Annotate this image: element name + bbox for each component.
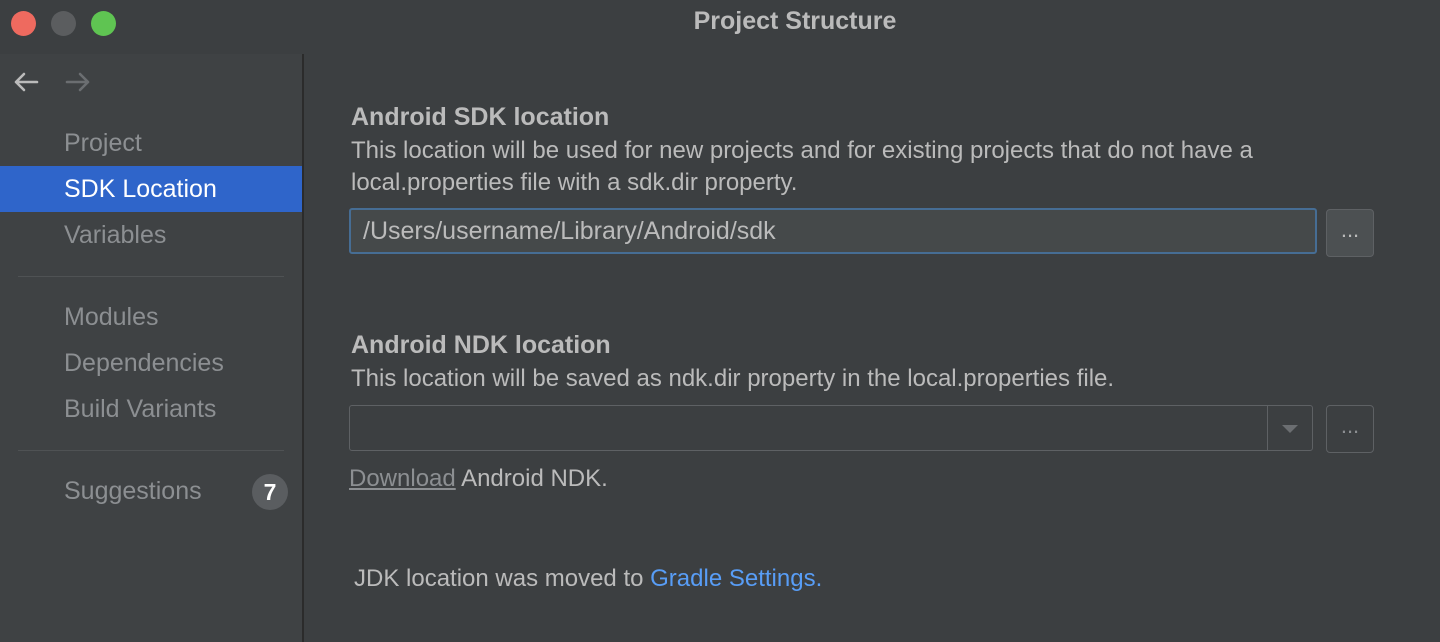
download-ndk-link[interactable]: Download: [349, 465, 456, 492]
sidebar-divider: [18, 450, 284, 451]
ndk-description: This location will be saved as ndk.dir p…: [351, 365, 1115, 392]
ndk-heading: Android NDK location: [351, 331, 611, 359]
suggestions-count-badge: 7: [252, 474, 288, 510]
back-arrow-icon[interactable]: [10, 66, 42, 98]
title-bar: Project Structure: [0, 0, 1440, 54]
sdk-description: This location will be used for new proje…: [351, 137, 1253, 196]
sidebar-item-label: Suggestions: [64, 477, 202, 505]
ndk-download-row: Download Android NDK.: [349, 463, 1389, 495]
project-structure-window: Project Structure Project SDK Location V…: [0, 0, 1440, 642]
jdk-note-text: JDK location was moved to: [354, 565, 651, 592]
download-ndk-suffix: Android NDK.: [455, 465, 608, 492]
sidebar: Project SDK Location Variables Modules D…: [0, 54, 304, 642]
sidebar-item-build-variants[interactable]: Build Variants: [0, 386, 302, 432]
sdk-browse-button[interactable]: ...: [1326, 209, 1374, 257]
sidebar-item-modules[interactable]: Modules: [0, 294, 302, 340]
chevron-down-icon[interactable]: [1267, 406, 1312, 450]
forward-arrow-icon[interactable]: [62, 66, 94, 98]
sidebar-item-dependencies[interactable]: Dependencies: [0, 340, 302, 386]
sidebar-item-variables[interactable]: Variables: [0, 212, 302, 258]
window-title: Project Structure: [693, 7, 897, 35]
sidebar-item-project[interactable]: Project: [0, 120, 302, 166]
jdk-note-row: JDK location was moved to Gradle Setting…: [354, 563, 1394, 595]
sdk-path-field[interactable]: /Users/username/Library/Android/sdk: [349, 208, 1317, 254]
sidebar-divider: [18, 276, 284, 277]
sdk-location-panel: Android SDK location This location will …: [304, 54, 1440, 642]
sidebar-item-suggestions[interactable]: Suggestions 7: [0, 468, 302, 514]
gradle-settings-link[interactable]: Gradle Settings.: [650, 565, 822, 592]
sdk-heading: Android SDK location: [351, 103, 610, 131]
ndk-path-combobox[interactable]: [349, 405, 1313, 451]
sidebar-item-sdk-location[interactable]: SDK Location: [0, 166, 302, 212]
ndk-browse-button[interactable]: ...: [1326, 405, 1374, 453]
